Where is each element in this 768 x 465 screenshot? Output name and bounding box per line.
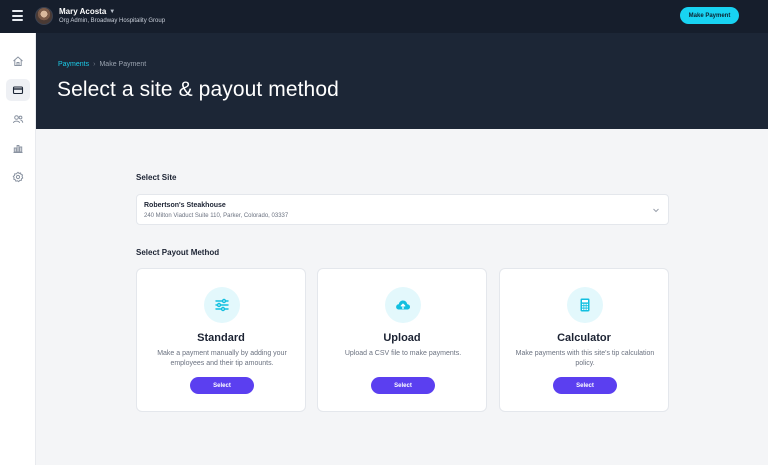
sidebar-item-home[interactable] <box>6 50 30 72</box>
settings-gear-icon <box>12 171 24 183</box>
hamburger-menu-icon[interactable] <box>12 10 23 22</box>
page-title: Select a site & payout method <box>57 78 339 101</box>
card-title: Calculator <box>557 332 611 344</box>
card-title: Upload <box>383 332 421 344</box>
payout-method-card-standard: Standard Make a payment manually by addi… <box>136 268 306 412</box>
user-name: Mary Acosta <box>59 7 107 16</box>
breadcrumb-current: Make Payment <box>99 61 147 68</box>
card-title: Standard <box>197 332 245 344</box>
sidebar-item-reports[interactable] <box>6 137 30 159</box>
sidebar-item-payments[interactable] <box>6 79 30 101</box>
payout-method-card-upload: Upload Upload a CSV file to make payment… <box>317 268 487 412</box>
user-menu[interactable]: Mary Acosta ▼ <box>59 7 115 16</box>
card-description: Make payments with this site's tip calcu… <box>515 350 655 367</box>
sidebar <box>0 33 36 465</box>
reports-chart-icon <box>13 145 23 153</box>
site-select-dropdown[interactable]: Robertson's Steakhouse 240 Milton Viaduc… <box>136 194 669 225</box>
chevron-down-icon <box>653 208 659 213</box>
icon-circle <box>204 287 240 323</box>
home-icon <box>13 56 23 66</box>
calculator-icon <box>580 298 590 312</box>
icon-circle <box>385 287 421 323</box>
selected-site-address: 240 Milton Viaduct Suite 110, Parker, Co… <box>144 213 289 219</box>
icon-circle <box>567 287 603 323</box>
cloud-upload-icon <box>396 300 410 310</box>
card-description: Upload a CSV file to make payments. <box>344 350 462 357</box>
caret-down-icon: ▼ <box>109 9 116 15</box>
card-description: Make a payment manually by adding your e… <box>157 350 287 367</box>
avatar[interactable] <box>35 7 53 25</box>
select-calculator-button[interactable]: Select <box>553 377 617 394</box>
selected-site-name: Robertson's Steakhouse <box>144 202 226 209</box>
payout-method-card-calculator: Calculator Make payments with this site'… <box>499 268 669 412</box>
users-icon <box>13 115 24 124</box>
select-upload-button[interactable]: Select <box>371 377 435 394</box>
select-standard-button[interactable]: Select <box>190 377 254 394</box>
select-payout-method-label: Select Payout Method <box>136 248 220 257</box>
user-role: Org Admin, Broadway Hospitality Group <box>59 18 166 24</box>
top-bar: Mary Acosta ▼ Org Admin, Broadway Hospita… <box>0 0 768 33</box>
make-payment-button[interactable]: Make Payment <box>680 7 739 24</box>
sidebar-item-users[interactable] <box>6 108 30 130</box>
sliders-icon <box>215 298 229 312</box>
breadcrumb-payments-link[interactable]: Payments <box>58 61 89 68</box>
breadcrumb-separator-icon: › <box>93 61 96 68</box>
sidebar-item-settings[interactable] <box>6 166 30 188</box>
breadcrumb: Payments › Make Payment <box>58 61 146 68</box>
payments-card-icon <box>12 86 24 95</box>
select-site-label: Select Site <box>136 173 177 182</box>
page-header: Payments › Make Payment Select a site & pa… <box>36 33 768 129</box>
